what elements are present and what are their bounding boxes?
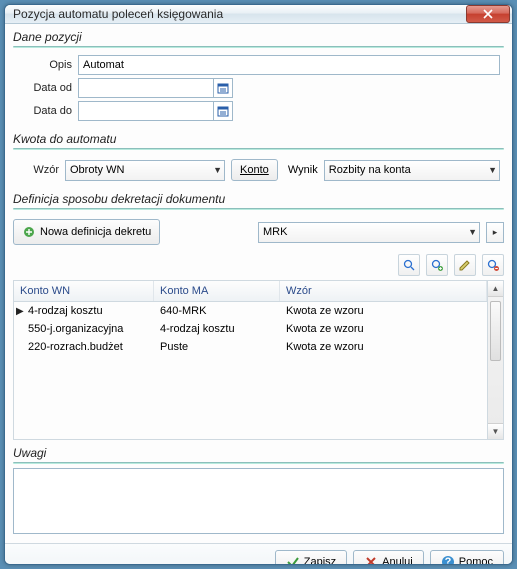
svg-text:?: ? — [444, 556, 451, 565]
cancel-icon — [364, 555, 378, 565]
row-marker-icon: ▶ — [16, 306, 24, 317]
dialog-body: Dane pozycji Opis Data od Data do — [5, 24, 512, 543]
data-do-calendar-button[interactable] — [213, 101, 233, 121]
scroll-thumb[interactable] — [490, 301, 501, 361]
data-do-input[interactable] — [78, 101, 230, 121]
cell-wzor: Kwota ze wzoru — [280, 303, 487, 319]
wynik-select[interactable]: Rozbity na konta — [324, 160, 500, 181]
cell-konto-wn: 550-j.organizacyjna — [14, 321, 154, 337]
anuluj-label: nuluj — [390, 556, 413, 565]
section-heading-dane: Dane pozycji — [13, 30, 504, 44]
cell-wzor: Kwota ze wzoru — [280, 339, 487, 355]
find-icon — [402, 258, 416, 272]
nowa-definicja-button[interactable]: Nowa definicja dekretu — [13, 219, 160, 245]
data-od-label: Data od — [17, 82, 72, 94]
grid-col-wzor[interactable]: Wzór — [280, 281, 487, 301]
section-dane: Dane pozycji Opis Data od Data do — [13, 30, 504, 126]
zapisz-button[interactable]: Zapisz — [275, 550, 347, 565]
wzor-select-value: Obroty WN — [70, 164, 124, 176]
data-od-input[interactable] — [78, 78, 230, 98]
calendar-icon — [217, 105, 229, 117]
opis-input[interactable] — [78, 55, 500, 75]
pomoc-button[interactable]: ? Pomoc — [430, 550, 504, 565]
konto-button-label: Konto — [240, 164, 269, 176]
toolbar-edit-button[interactable] — [454, 254, 476, 276]
wynik-select-value: Rozbity na konta — [329, 164, 411, 176]
wzor-select[interactable]: Obroty WN — [65, 160, 225, 181]
toolbar-add-button[interactable] — [426, 254, 448, 276]
anuluj-button[interactable]: Anuluj — [353, 550, 424, 565]
edit-icon — [458, 258, 472, 272]
toolbar — [13, 250, 504, 280]
dekret-select-value: MRK — [263, 226, 287, 238]
data-od-calendar-button[interactable] — [213, 78, 233, 98]
window-title: Pozycja automatu poleceń księgowania — [13, 7, 466, 21]
pomoc-label: Pomoc — [459, 556, 493, 565]
dekret-select-popup-button[interactable]: ▸ — [486, 222, 504, 243]
data-do-label: Data do — [17, 105, 72, 117]
dialog-window: Pozycja automatu poleceń księgowania Dan… — [4, 4, 513, 565]
check-icon — [286, 555, 300, 565]
zapisz-label: apisz — [310, 556, 336, 565]
grid-scrollbar[interactable]: ▲ ▼ — [487, 281, 503, 439]
wynik-label: Wynik — [284, 164, 318, 176]
grid-header: Konto WN Konto MA Wzór — [14, 281, 487, 302]
cell-konto-wn: ▶4-rodzaj kosztu — [14, 303, 154, 319]
grid-body: ▶4-rodzaj kosztu640-MRKKwota ze wzoru550… — [14, 302, 487, 356]
cell-konto-ma: 640-MRK — [154, 303, 280, 319]
opis-label: Opis — [17, 59, 72, 71]
grid-col-konto-ma[interactable]: Konto MA — [154, 281, 280, 301]
section-heading-kwota: Kwota do automatu — [13, 132, 504, 146]
new-icon — [22, 225, 36, 239]
close-icon — [483, 9, 493, 19]
scroll-up-icon[interactable]: ▲ — [488, 281, 503, 297]
cell-konto-ma: Puste — [154, 339, 280, 355]
separator — [13, 148, 504, 150]
wzor-label: Wzór — [17, 164, 59, 176]
table-row[interactable]: 220-rozrach.budżetPusteKwota ze wzoru — [14, 338, 487, 356]
uwagi-textarea[interactable] — [13, 468, 504, 534]
konto-button[interactable]: Konto — [231, 159, 278, 181]
table-row[interactable]: 550-j.organizacyjna4-rodzaj kosztuKwota … — [14, 320, 487, 338]
help-icon: ? — [441, 555, 455, 565]
toolbar-delete-button[interactable] — [482, 254, 504, 276]
toolbar-find-button[interactable] — [398, 254, 420, 276]
section-heading-uwagi: Uwagi — [13, 446, 504, 460]
nowa-definicja-label: Nowa definicja dekretu — [40, 226, 151, 238]
add-icon — [430, 258, 444, 272]
cell-konto-ma: 4-rodzaj kosztu — [154, 321, 280, 337]
titlebar: Pozycja automatu poleceń księgowania — [5, 5, 512, 24]
footer: Zapisz Anuluj ? Pomoc — [5, 543, 512, 565]
separator — [13, 208, 504, 210]
scroll-down-icon[interactable]: ▼ — [488, 423, 503, 439]
table-row[interactable]: ▶4-rodzaj kosztu640-MRKKwota ze wzoru — [14, 302, 487, 320]
section-dekret: Definicja sposobu dekretacji dokumentu N… — [13, 192, 504, 440]
cell-wzor: Kwota ze wzoru — [280, 321, 487, 337]
section-uwagi: Uwagi — [13, 446, 504, 537]
calendar-icon — [217, 82, 229, 94]
close-button[interactable] — [466, 5, 510, 23]
grid-col-konto-wn[interactable]: Konto WN — [14, 281, 154, 301]
cell-konto-wn: 220-rozrach.budżet — [14, 339, 154, 355]
dekret-select[interactable]: MRK — [258, 222, 480, 243]
section-heading-dekret: Definicja sposobu dekretacji dokumentu — [13, 192, 504, 206]
section-kwota: Kwota do automatu Wzór Obroty WN ▼ Konto… — [13, 132, 504, 186]
delete-icon — [486, 258, 500, 272]
grid: Konto WN Konto MA Wzór ▶4-rodzaj kosztu6… — [13, 280, 504, 440]
